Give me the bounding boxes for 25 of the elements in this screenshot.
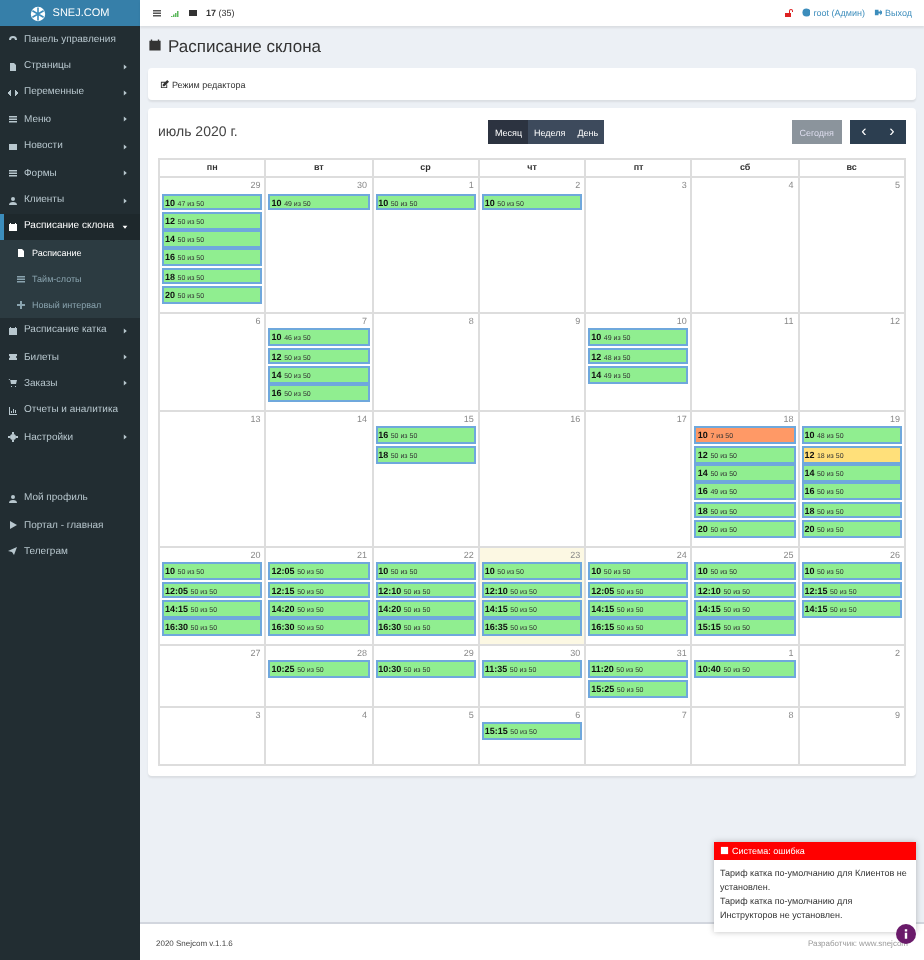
list-icon — [8, 168, 18, 179]
file-icon — [8, 61, 18, 72]
calendar-icon — [8, 221, 18, 232]
calendar-icon — [8, 325, 18, 336]
gear-icon — [8, 432, 18, 443]
plus-icon — [16, 299, 26, 310]
cart-icon — [8, 378, 18, 389]
chart-icon — [8, 405, 18, 416]
lock-icon[interactable] — [783, 8, 794, 18]
file-icon — [16, 248, 26, 259]
snowflake-icon — [30, 5, 47, 21]
info-icon — [900, 928, 912, 940]
logout-icon — [873, 8, 883, 17]
page-title: Расписание склона — [168, 35, 321, 55]
play-icon — [8, 520, 18, 531]
code-icon — [8, 87, 18, 98]
list-icon — [8, 114, 18, 125]
signal-icon — [170, 8, 180, 18]
gauge-icon — [8, 34, 18, 45]
menu-icon[interactable] — [152, 8, 162, 18]
edit-icon — [160, 79, 169, 88]
send-icon — [8, 546, 18, 557]
calendar-icon — [148, 38, 162, 52]
ticket-icon — [8, 352, 18, 363]
list-icon — [16, 273, 26, 284]
